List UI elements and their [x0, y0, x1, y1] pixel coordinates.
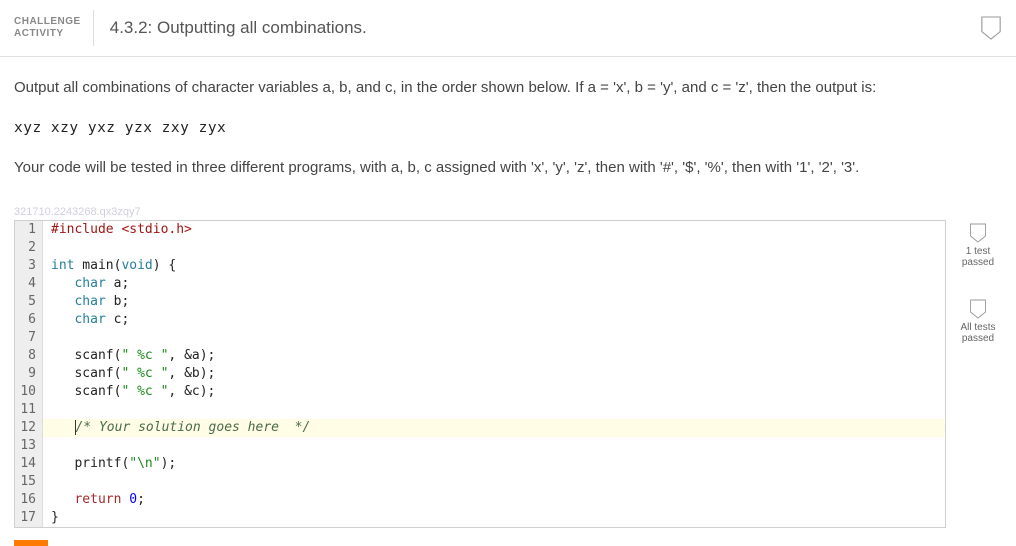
code-line: 17}: [15, 509, 945, 527]
shield-icon: [969, 222, 987, 244]
code-line: 2: [15, 239, 945, 257]
code-line: 6 char c;: [15, 311, 945, 329]
code-line-solution: 12 /* Your solution goes here */: [15, 419, 945, 437]
watermark-id: 321710.2243268.qx3zqy7: [0, 206, 1016, 218]
code-line: 13: [15, 437, 945, 455]
code-line: 11: [15, 401, 945, 419]
one-test-label: 1 test passed: [954, 246, 1002, 268]
challenge-activity-label: CHALLENGE ACTIVITY: [14, 10, 94, 46]
code-editor[interactable]: 1#include <stdio.h> 2 3int main(void) { …: [14, 220, 946, 528]
header-left: CHALLENGE ACTIVITY 4.3.2: Outputting all…: [0, 0, 367, 56]
page-root: CHALLENGE ACTIVITY 4.3.2: Outputting all…: [0, 0, 1016, 546]
shield-icon: [980, 15, 1002, 41]
activity-title: 4.3.2: Outputting all combinations.: [94, 18, 367, 38]
challenge-label-line1: CHALLENGE: [14, 16, 81, 28]
code-line: 14 printf("\n");: [15, 455, 945, 473]
code-line: 8 scanf(" %c ", &a);: [15, 347, 945, 365]
run-button[interactable]: [14, 540, 48, 546]
problem-statement: Output all combinations of character var…: [0, 57, 1016, 206]
shield-icon: [969, 298, 987, 320]
test-result-sidebar: 1 test passed All tests passed: [946, 220, 1002, 372]
sample-output: xyz xzy yxz yzx zxy zyx: [14, 118, 1002, 140]
code-line: 9 scanf(" %c ", &b);: [15, 365, 945, 383]
all-tests-badge: All tests passed: [954, 296, 1002, 344]
all-tests-label: All tests passed: [954, 322, 1002, 344]
one-test-badge: 1 test passed: [954, 220, 1002, 268]
code-line: 1#include <stdio.h>: [15, 221, 945, 239]
code-line: 16 return 0;: [15, 491, 945, 509]
code-line: 10 scanf(" %c ", &c);: [15, 383, 945, 401]
code-line: 15: [15, 473, 945, 491]
problem-note: Your code will be tested in three differ…: [14, 157, 1002, 180]
code-line: 5 char b;: [15, 293, 945, 311]
code-line: 3int main(void) {: [15, 257, 945, 275]
button-area: [0, 528, 1016, 546]
code-line: 4 char a;: [15, 275, 945, 293]
work-area: 1#include <stdio.h> 2 3int main(void) { …: [0, 220, 1016, 528]
solution-comment: /* Your solution goes here */: [75, 420, 310, 435]
code-line: 7: [15, 329, 945, 347]
problem-intro: Output all combinations of character var…: [14, 77, 1002, 100]
header-badge: [980, 0, 1016, 56]
preprocessor: #include <stdio.h>: [51, 222, 192, 237]
challenge-label-line2: ACTIVITY: [14, 28, 81, 40]
activity-header: CHALLENGE ACTIVITY 4.3.2: Outputting all…: [0, 0, 1016, 57]
